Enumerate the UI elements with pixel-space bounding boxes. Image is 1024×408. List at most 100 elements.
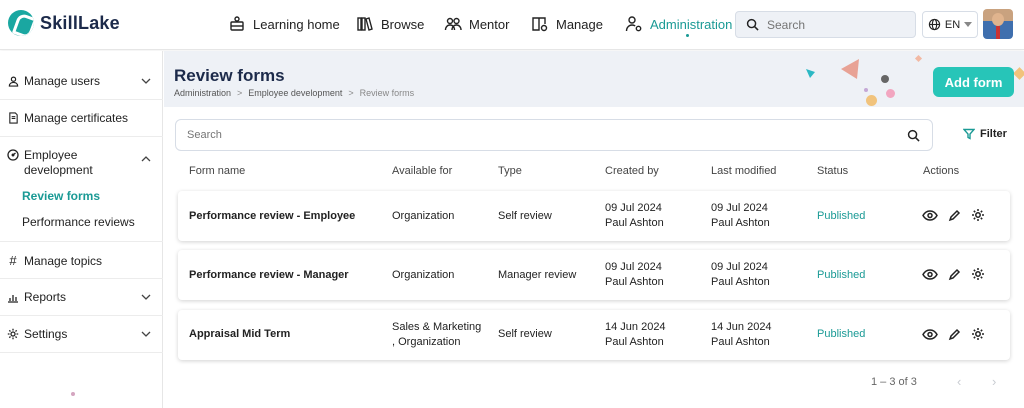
view-icon[interactable] [922,326,938,342]
active-indicator [686,34,689,37]
previous-page-button[interactable]: ‹ [957,374,961,389]
sidebar-item-label: Manage users [24,74,101,88]
breadcrumb-link[interactable]: Administration [174,88,231,98]
form-type: Self review [498,328,552,340]
view-icon[interactable] [922,266,938,282]
user-avatar[interactable] [983,9,1013,39]
hashtag-icon: # [9,253,17,268]
sidebar-item-settings[interactable]: Settings [0,327,163,341]
nav-label: Mentor [469,16,510,32]
sidebar: Manage users Manage certificates Employe… [0,51,163,408]
form-search[interactable] [175,119,933,151]
column-header-status[interactable]: Status [817,165,848,177]
filter-icon [963,128,975,140]
sidebar-item-manage-certificates[interactable]: Manage certificates [0,111,163,125]
available-for-continued: , Organization [392,336,461,348]
modified-by: Paul Ashton [711,276,770,288]
modified-date: 14 Jun 2024 [711,321,772,333]
global-search[interactable] [735,11,916,38]
mentor-icon [444,17,462,31]
sidebar-subitem-review-forms[interactable]: Review forms [22,189,100,203]
breadcrumb-link[interactable]: Employee development [248,88,342,98]
next-page-button[interactable]: › [992,374,996,389]
chart-icon [6,292,20,303]
modified-by: Paul Ashton [711,217,770,229]
manage-icon [532,17,548,32]
chevron-down-icon[interactable] [141,294,151,300]
filter-button[interactable]: Filter [963,128,1007,140]
table-row[interactable] [178,310,1010,360]
chevron-down-icon[interactable] [141,331,151,337]
form-name[interactable]: Performance review - Manager [189,268,349,283]
search-icon [746,18,759,31]
settings-icon[interactable] [970,266,986,282]
decorative-dot [866,95,877,106]
filter-label: Filter [980,128,1007,140]
settings-icon[interactable] [970,207,986,223]
sidebar-subitem-performance-reviews[interactable]: Performance reviews [22,215,135,229]
column-header-available-for[interactable]: Available for [392,165,452,177]
divider [0,99,163,100]
app-name: SkillLake [40,12,120,33]
sidebar-item-manage-topics[interactable]: # Manage topics [0,253,163,268]
decorative-triangle [806,69,815,78]
created-date: 14 Jun 2024 [605,321,666,333]
sidebar-item-label: Manage certificates [24,111,129,125]
column-header-form-name[interactable]: Form name [189,165,245,177]
learning-home-icon [230,16,244,31]
form-search-input[interactable] [187,129,932,141]
column-header-type[interactable]: Type [498,165,522,177]
breadcrumb-separator: > [348,88,354,98]
column-header-last-modified[interactable]: Last modified [711,165,776,177]
decorative-dot [71,392,75,396]
modified-by: Paul Ashton [711,336,770,348]
divider [0,352,163,353]
created-date: 09 Jul 2024 [605,261,662,273]
column-header-actions: Actions [923,165,960,177]
nav-browse[interactable]: Browse [356,12,424,36]
nav-mentor[interactable]: Mentor [444,12,509,36]
sidebar-item-employee-development[interactable]: Employee development [0,148,163,178]
sidebar-item-label: Employee development [24,148,93,177]
edit-icon[interactable] [946,326,962,342]
global-search-input[interactable] [767,17,907,32]
decorative-diamond [1013,67,1024,80]
created-by: Paul Ashton [605,336,664,348]
nav-label: Manage [556,16,603,32]
sidebar-item-label: Settings [24,327,68,341]
globe-icon [928,18,941,31]
gauge-icon [6,149,20,161]
column-header-created-by[interactable]: Created by [605,165,659,177]
top-navigation-bar: SkillLake Learning home Browse Mentor Ma… [0,0,1024,50]
form-type: Manager review [498,269,577,281]
chevron-down-icon[interactable] [141,78,151,84]
gear-icon [6,328,20,340]
settings-icon[interactable] [970,326,986,342]
nav-manage[interactable]: Manage [531,12,603,36]
language-selector[interactable]: EN [922,11,978,38]
skilllake-logo[interactable]: SkillLake [8,10,120,36]
search-icon[interactable] [907,129,920,142]
divider [0,241,163,242]
chevron-up-icon[interactable] [141,156,151,162]
nav-administration[interactable]: Administration [625,12,732,36]
nav-label: Administration [650,16,733,32]
form-name[interactable]: Performance review - Employee [189,209,355,224]
form-name[interactable]: Appraisal Mid Term [189,327,290,342]
sidebar-item-reports[interactable]: Reports [0,290,163,304]
nav-learning-home[interactable]: Learning home [228,12,340,36]
certificate-icon [6,112,20,124]
sidebar-item-label: Manage topics [24,253,103,268]
add-form-button[interactable]: Add form [933,67,1014,97]
edit-icon[interactable] [946,266,962,282]
edit-icon[interactable] [946,207,962,223]
page-header-banner: Review forms Administration > Employee d… [164,51,1024,107]
available-for: Organization [392,210,455,222]
sidebar-item-manage-users[interactable]: Manage users [0,74,163,88]
nav-label: Learning home [253,16,340,32]
breadcrumb-separator: > [237,88,243,98]
row-actions [922,207,986,223]
view-icon[interactable] [922,207,938,223]
user-icon [6,76,20,87]
decorative-dot [881,75,889,83]
